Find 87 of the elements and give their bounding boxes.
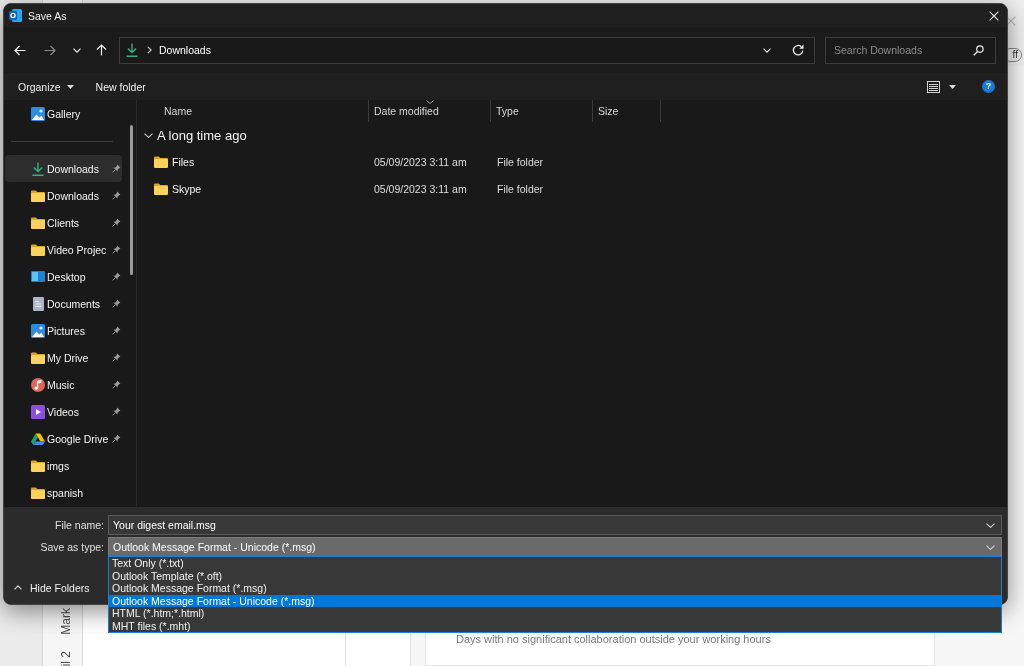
triangle-logo-icon [31, 432, 45, 445]
download-icon [126, 43, 138, 57]
dropdown-option[interactable]: MHT files (*.mht) [109, 619, 1001, 632]
dropdown-option[interactable]: Outlook Message Format - Unicode (*.msg) [109, 594, 1001, 607]
picture-icon [31, 323, 45, 338]
vertical-label: Mark [58, 608, 73, 635]
pin-icon[interactable] [112, 326, 121, 335]
dropdown-option[interactable]: Outlook Template (*.oft) [109, 569, 1001, 582]
dropdown-option[interactable]: Outlook Message Format (*.msg) [109, 582, 1001, 595]
caret-down-icon[interactable] [949, 84, 956, 89]
pin-icon[interactable] [112, 380, 121, 389]
dropdown-option[interactable]: HTML (*.htm;*.html) [109, 607, 1001, 620]
refresh-icon[interactable] [792, 44, 804, 56]
sidebar-item[interactable]: Video Projec [5, 236, 122, 263]
file-type: File folder [497, 182, 544, 195]
list-view-icon[interactable] [927, 80, 940, 93]
search-field[interactable]: Search Downloads [825, 36, 996, 64]
video-icon [31, 404, 45, 419]
pin-icon[interactable] [112, 191, 121, 200]
field-label: File name: [54, 519, 104, 531]
file-type: File folder [497, 155, 544, 168]
music-note-icon [31, 377, 45, 392]
column-header[interactable]: Name [137, 100, 369, 122]
sidebar-item[interactable]: Documents [5, 290, 122, 317]
up-arrow-icon[interactable] [96, 44, 107, 56]
folder-icon [31, 243, 45, 256]
caret-down-icon [66, 84, 74, 89]
sidebar-item[interactable]: Gallery [5, 100, 122, 127]
pin-icon[interactable] [112, 299, 121, 308]
combo-box[interactable]: Outlook Message Format - Unicode (*.msg) [108, 537, 1002, 557]
folder-icon [31, 459, 45, 472]
address-bar[interactable]: Downloads [119, 36, 815, 64]
scrollbar-thumb[interactable] [129, 125, 133, 275]
pin-icon[interactable] [112, 434, 121, 443]
chevron-down-icon[interactable] [986, 522, 995, 528]
folder-icon [31, 216, 45, 229]
chevron-right-icon[interactable] [147, 46, 152, 54]
new-folder-button[interactable]: New folder [91, 76, 150, 97]
file-name[interactable]: Skype [172, 182, 202, 195]
column-header[interactable]: Type [491, 100, 593, 122]
field-label: Save as type: [40, 541, 104, 553]
sidebar-item[interactable]: Downloads [5, 155, 122, 182]
folder-icon [154, 182, 168, 195]
pin-icon[interactable] [112, 353, 121, 362]
window-title: Save As [28, 9, 67, 22]
back-icon[interactable] [14, 44, 26, 56]
breadcrumb[interactable]: Downloads [159, 44, 211, 56]
sidebar-item[interactable]: Desktop [5, 263, 122, 290]
combo-box[interactable]: Your digest email.msg [108, 515, 1002, 535]
pin-icon[interactable] [112, 272, 121, 281]
sidebar-item[interactable]: Clients [5, 209, 122, 236]
close-icon[interactable] [1006, 16, 1016, 26]
folder-icon [31, 189, 45, 202]
folder-icon [154, 155, 168, 168]
search-icon[interactable] [973, 44, 984, 56]
pin-icon[interactable] [112, 245, 121, 254]
date-modified: 05/09/2023 3:11 am [374, 182, 467, 195]
sidebar-item[interactable]: Pictures [5, 317, 122, 344]
column-header[interactable]: Date modified [369, 100, 491, 122]
desktop-icon [31, 271, 45, 282]
sidebar-item[interactable]: imgs [5, 452, 122, 479]
sidebar-item[interactable]: Music [5, 371, 122, 398]
sidebar-item[interactable]: Google Drive [5, 425, 122, 452]
pin-icon[interactable] [112, 407, 121, 416]
picture-icon [31, 106, 45, 121]
folder-icon [31, 486, 45, 499]
sidebar-item[interactable]: Videos [5, 398, 122, 425]
vertical-label: il 2 [58, 650, 73, 666]
help-button[interactable]: ? [982, 80, 995, 93]
download-icon [32, 161, 44, 176]
dropdown-option[interactable]: Text Only (*.txt) [109, 557, 1001, 570]
sidebar-item[interactable]: spanish [5, 479, 122, 506]
hide-folders-button[interactable]: Hide Folders [14, 580, 90, 595]
file-name[interactable]: Files [172, 155, 195, 168]
sidebar-item[interactable]: My Drive [5, 344, 122, 371]
date-modified: 05/09/2023 3:11 am [374, 155, 467, 168]
group-header[interactable]: A long time ago [137, 122, 247, 148]
notice-text: Days with no significant collaboration outside your working hours [456, 633, 771, 645]
column-header[interactable]: Size [593, 100, 661, 122]
chevron-up-icon [14, 585, 22, 590]
pin-icon[interactable] [112, 218, 121, 227]
pin-icon[interactable] [112, 164, 121, 173]
app-icon [9, 9, 22, 22]
sidebar-item[interactable]: Downloads [5, 182, 122, 209]
organize-button[interactable]: Organize [14, 76, 78, 97]
document-icon [32, 296, 44, 311]
folder-icon [31, 351, 45, 364]
